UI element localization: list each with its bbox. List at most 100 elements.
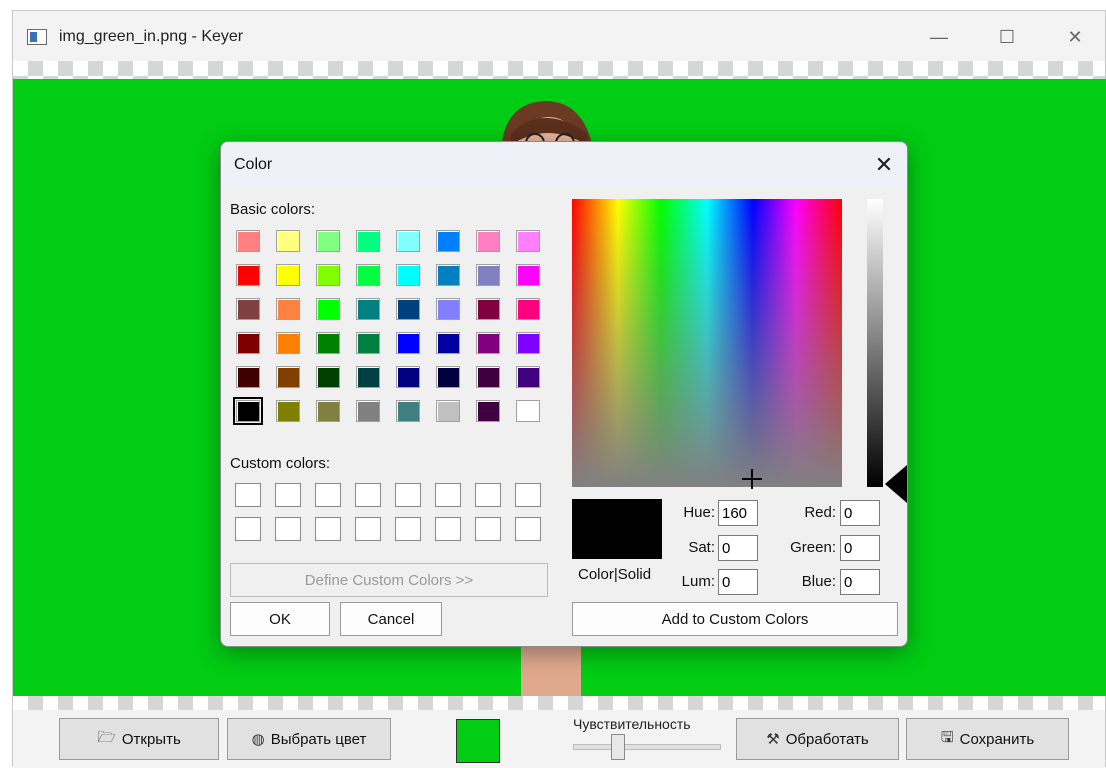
custom-color-swatch[interactable] — [515, 483, 541, 507]
hue-input[interactable] — [718, 500, 758, 526]
basic-color-swatch[interactable] — [476, 366, 500, 388]
transparency-strip-top — [13, 61, 1105, 79]
basic-color-swatch[interactable] — [236, 264, 260, 286]
basic-color-swatch[interactable] — [316, 230, 340, 252]
basic-color-swatch[interactable] — [396, 264, 420, 286]
custom-color-swatch[interactable] — [235, 483, 261, 507]
open-button[interactable]: 🗁 Открыть — [59, 718, 219, 760]
basic-color-swatch[interactable] — [516, 332, 540, 354]
custom-color-swatch[interactable] — [395, 517, 421, 541]
basic-color-swatch[interactable] — [516, 400, 540, 422]
basic-color-swatch[interactable] — [436, 264, 460, 286]
process-button[interactable]: ⚒ Обработать — [736, 718, 899, 760]
basic-color-swatch[interactable] — [356, 400, 380, 422]
ok-button[interactable]: OK — [230, 602, 330, 636]
basic-color-swatch[interactable] — [396, 332, 420, 354]
pick-color-button[interactable]: ◍ Выбрать цвет — [227, 718, 391, 760]
basic-color-swatch[interactable] — [476, 400, 500, 422]
basic-color-swatch[interactable] — [236, 230, 260, 252]
sat-input[interactable] — [718, 535, 758, 561]
custom-color-swatch[interactable] — [515, 517, 541, 541]
lum-input[interactable] — [718, 569, 758, 595]
sensitivity-slider-track[interactable] — [573, 744, 721, 750]
basic-color-swatch[interactable] — [356, 332, 380, 354]
basic-color-swatch[interactable] — [356, 264, 380, 286]
color-spectrum[interactable] — [572, 199, 842, 489]
basic-color-swatch[interactable] — [516, 366, 540, 388]
basic-color-swatch[interactable] — [396, 400, 420, 422]
basic-color-swatch[interactable] — [236, 332, 260, 354]
basic-color-swatch[interactable] — [436, 400, 460, 422]
dialog-close-button[interactable]: ✕ — [869, 150, 899, 180]
custom-color-swatch[interactable] — [275, 483, 301, 507]
green-input[interactable] — [840, 535, 880, 561]
custom-color-swatch[interactable] — [475, 517, 501, 541]
pick-color-button-label: Выбрать цвет — [270, 730, 367, 748]
basic-color-swatch[interactable] — [316, 400, 340, 422]
close-window-button[interactable]: ✕ — [1055, 19, 1095, 55]
custom-color-swatch[interactable] — [235, 517, 261, 541]
add-to-custom-colors-button[interactable]: Add to Custom Colors — [572, 602, 898, 636]
basic-color-swatch[interactable] — [276, 298, 300, 320]
custom-color-swatch[interactable] — [355, 483, 381, 507]
basic-color-swatch[interactable] — [276, 332, 300, 354]
sat-label: Sat: — [688, 539, 715, 556]
basic-color-swatch[interactable] — [316, 298, 340, 320]
basic-color-swatch[interactable] — [276, 366, 300, 388]
define-custom-colors-button[interactable]: Define Custom Colors >> — [230, 563, 548, 597]
basic-color-swatch[interactable] — [516, 264, 540, 286]
basic-color-swatch[interactable] — [316, 366, 340, 388]
custom-color-swatch[interactable] — [315, 517, 341, 541]
tools-icon: ⚒ — [766, 731, 780, 748]
basic-color-swatch[interactable] — [436, 332, 460, 354]
basic-color-swatch[interactable] — [233, 397, 263, 425]
basic-color-swatch[interactable] — [356, 230, 380, 252]
basic-color-swatch[interactable] — [476, 230, 500, 252]
crosshair-icon — [742, 469, 762, 489]
basic-color-swatch[interactable] — [396, 298, 420, 320]
dialog-title-bar[interactable]: Color ✕ — [221, 142, 907, 188]
basic-color-swatch[interactable] — [276, 400, 300, 422]
basic-color-swatch[interactable] — [356, 366, 380, 388]
basic-color-swatch[interactable] — [316, 264, 340, 286]
basic-color-swatch[interactable] — [476, 298, 500, 320]
custom-color-swatch[interactable] — [435, 483, 461, 507]
basic-color-swatch[interactable] — [356, 298, 380, 320]
maximize-button[interactable]: ☐ — [987, 19, 1027, 55]
basic-color-swatch[interactable] — [276, 264, 300, 286]
custom-color-swatch[interactable] — [435, 517, 461, 541]
basic-color-swatch[interactable] — [516, 230, 540, 252]
red-input[interactable] — [840, 500, 880, 526]
basic-color-swatch[interactable] — [396, 230, 420, 252]
custom-color-swatch[interactable] — [355, 517, 381, 541]
basic-color-swatch[interactable] — [236, 298, 260, 320]
app-icon — [27, 29, 47, 45]
basic-color-swatch[interactable] — [276, 230, 300, 252]
basic-color-swatch[interactable] — [476, 332, 500, 354]
floppy-icon: 🖫 — [940, 728, 954, 746]
minimize-button[interactable]: — — [919, 19, 959, 55]
basic-color-swatch[interactable] — [476, 264, 500, 286]
color-dialog: Color ✕ Basic colors: Custom colors: Def… — [220, 141, 908, 647]
custom-color-swatch[interactable] — [475, 483, 501, 507]
key-color-preview — [456, 719, 500, 763]
custom-color-swatch[interactable] — [275, 517, 301, 541]
bottom-toolbar: 🗁 Открыть ◍ Выбрать цвет Чувствительност… — [13, 710, 1105, 768]
basic-color-swatch[interactable] — [436, 230, 460, 252]
cancel-button[interactable]: Cancel — [340, 602, 442, 636]
blue-input[interactable] — [840, 569, 880, 595]
lum-label: Lum: — [681, 573, 715, 590]
custom-color-swatch[interactable] — [315, 483, 341, 507]
custom-color-swatch[interactable] — [395, 483, 421, 507]
sensitivity-slider-thumb[interactable] — [611, 734, 625, 760]
title-bar[interactable]: img_green_in.png - Keyer — ☐ ✕ — [13, 11, 1105, 61]
basic-color-swatch[interactable] — [436, 366, 460, 388]
basic-color-swatch[interactable] — [516, 298, 540, 320]
basic-color-swatch[interactable] — [316, 332, 340, 354]
basic-color-swatch[interactable] — [396, 366, 420, 388]
luminosity-arrow-icon[interactable] — [885, 465, 907, 503]
luminosity-bar[interactable] — [867, 199, 883, 487]
save-button[interactable]: 🖫 Сохранить — [906, 718, 1069, 760]
basic-color-swatch[interactable] — [236, 366, 260, 388]
basic-color-swatch[interactable] — [436, 298, 460, 320]
